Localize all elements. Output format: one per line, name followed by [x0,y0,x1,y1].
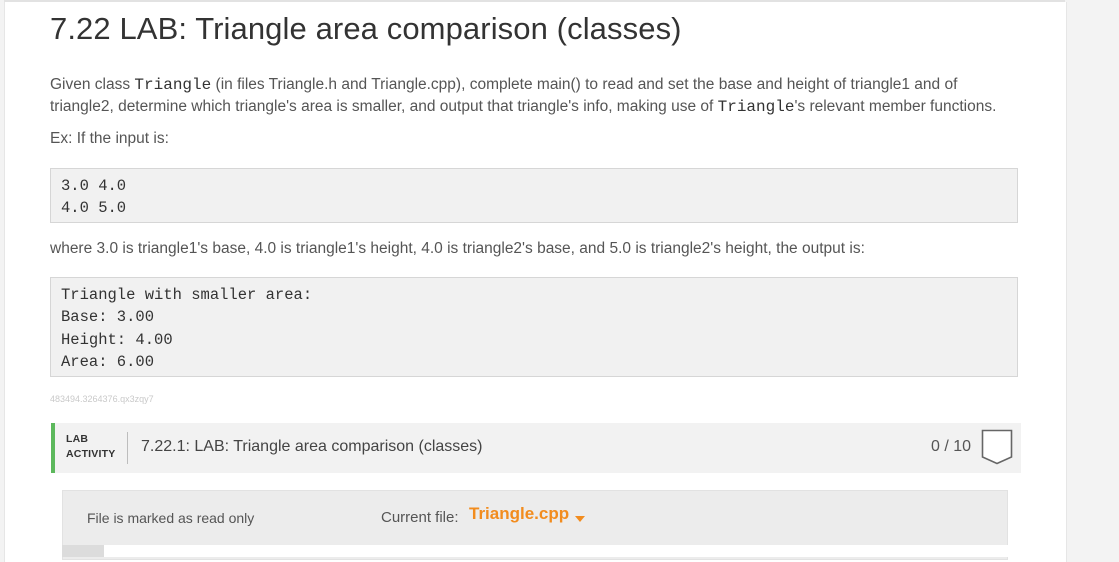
class-name-code: Triangle [134,76,212,94]
output-example-box: Triangle with smaller area: Base: 3.00 H… [50,277,1018,377]
intro-text-4: 's relevant member functions. [794,98,997,115]
chevron-down-icon[interactable] [575,516,585,522]
output-line: Triangle with smaller area: [61,286,313,304]
current-file-dropdown[interactable]: Triangle.cpp [469,504,569,524]
lab-activity-header[interactable]: LAB ACTIVITY 7.22.1: LAB: Triangle area … [51,423,1021,473]
output-line: Area: 6.00 [61,352,155,371]
input-line: 3.0 4.0 [61,177,127,195]
where-text: where 3.0 is triangle1's base, 4.0 is tr… [50,240,865,257]
intro-text-2: (in files Triangle.h and Triangle.cpp), … [211,76,958,93]
lab-label-line1: LAB [66,433,89,445]
content-hash-id: 483494.3264376.qx3zqy7 [50,394,154,404]
code-editor[interactable] [104,545,1008,557]
page-title: 7.22 LAB: Triangle area comparison (clas… [50,11,682,46]
editor-gutter [62,545,104,557]
input-line: 4.0 5.0 [61,199,127,218]
class-name-code-2: Triangle [717,98,795,116]
intro-text-1: Given class [50,76,135,93]
completion-badge-icon [981,429,1013,465]
output-line: Height: 4.00 [61,330,173,349]
example-intro: Ex: If the input is: [50,130,169,147]
current-file-label: Current file: [381,509,459,526]
intro-paragraph: Given class Triangle (in files Triangle.… [50,74,996,118]
lab-activity-title: 7.22.1: LAB: Triangle area comparison (c… [141,438,483,455]
input-example-box: 3.0 4.0 4.0 5.0 [50,168,1018,223]
lab-score: 0 / 10 [930,438,971,455]
output-line: Base: 3.00 [61,308,155,327]
read-only-notice: File is marked as read only [87,510,255,526]
intro-text-3: triangle2, determine which triangle's ar… [50,98,718,115]
lab-label-line2: ACTIVITY [66,448,116,460]
lab-divider [127,432,128,464]
lab-activity-label: LAB ACTIVITY [66,432,115,462]
